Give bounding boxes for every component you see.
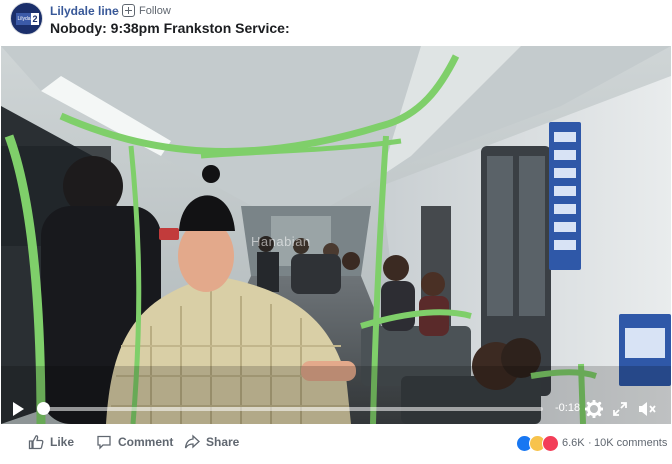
share-icon bbox=[184, 434, 200, 449]
love-reaction-icon bbox=[542, 435, 559, 452]
comment-label: Comment bbox=[118, 435, 174, 449]
stats-separator: · bbox=[588, 437, 592, 449]
video-frame bbox=[1, 46, 671, 424]
play-icon[interactable] bbox=[13, 402, 24, 416]
comment-button[interactable]: Comment bbox=[96, 434, 173, 450]
gear-icon[interactable] bbox=[585, 400, 603, 418]
post-actions-bar: Like Comment Share 6.6K · 10K comments bbox=[0, 428, 672, 458]
comment-count[interactable]: 10K comments bbox=[594, 437, 667, 449]
like-button[interactable]: Like bbox=[28, 434, 74, 450]
thumbs-up-icon bbox=[28, 435, 44, 450]
post-header: Lilydale 2 Lilydale line · Follow Nobody… bbox=[0, 0, 672, 46]
like-label: Like bbox=[50, 435, 75, 449]
avatar-number: 2 bbox=[31, 13, 39, 25]
video-player[interactable]: Hanabian -0:18 bbox=[1, 46, 671, 424]
header-separator: · bbox=[116, 4, 120, 18]
video-watermark: Hanabian bbox=[251, 234, 311, 249]
fullscreen-icon[interactable] bbox=[612, 401, 628, 417]
page-avatar[interactable]: Lilydale 2 bbox=[10, 2, 43, 35]
follow-button[interactable]: Follow bbox=[122, 3, 171, 18]
page-name-link[interactable]: Lilydale line bbox=[50, 4, 119, 18]
follow-label: Follow bbox=[139, 4, 171, 17]
share-label: Share bbox=[206, 435, 240, 449]
time-remaining: -0:18 bbox=[555, 402, 581, 414]
share-button[interactable]: Share bbox=[184, 434, 239, 450]
reaction-count[interactable]: 6.6K bbox=[562, 437, 585, 449]
seek-handle[interactable] bbox=[37, 402, 50, 415]
follow-plus-icon bbox=[122, 4, 135, 17]
seek-bar[interactable] bbox=[43, 407, 543, 411]
reaction-icons[interactable] bbox=[516, 435, 564, 453]
comment-icon bbox=[97, 435, 111, 450]
post-title: Nobody: 9:38pm Frankston Service: bbox=[50, 20, 290, 36]
volume-mute-icon[interactable] bbox=[637, 400, 657, 418]
video-controls: -0:18 bbox=[1, 394, 671, 424]
